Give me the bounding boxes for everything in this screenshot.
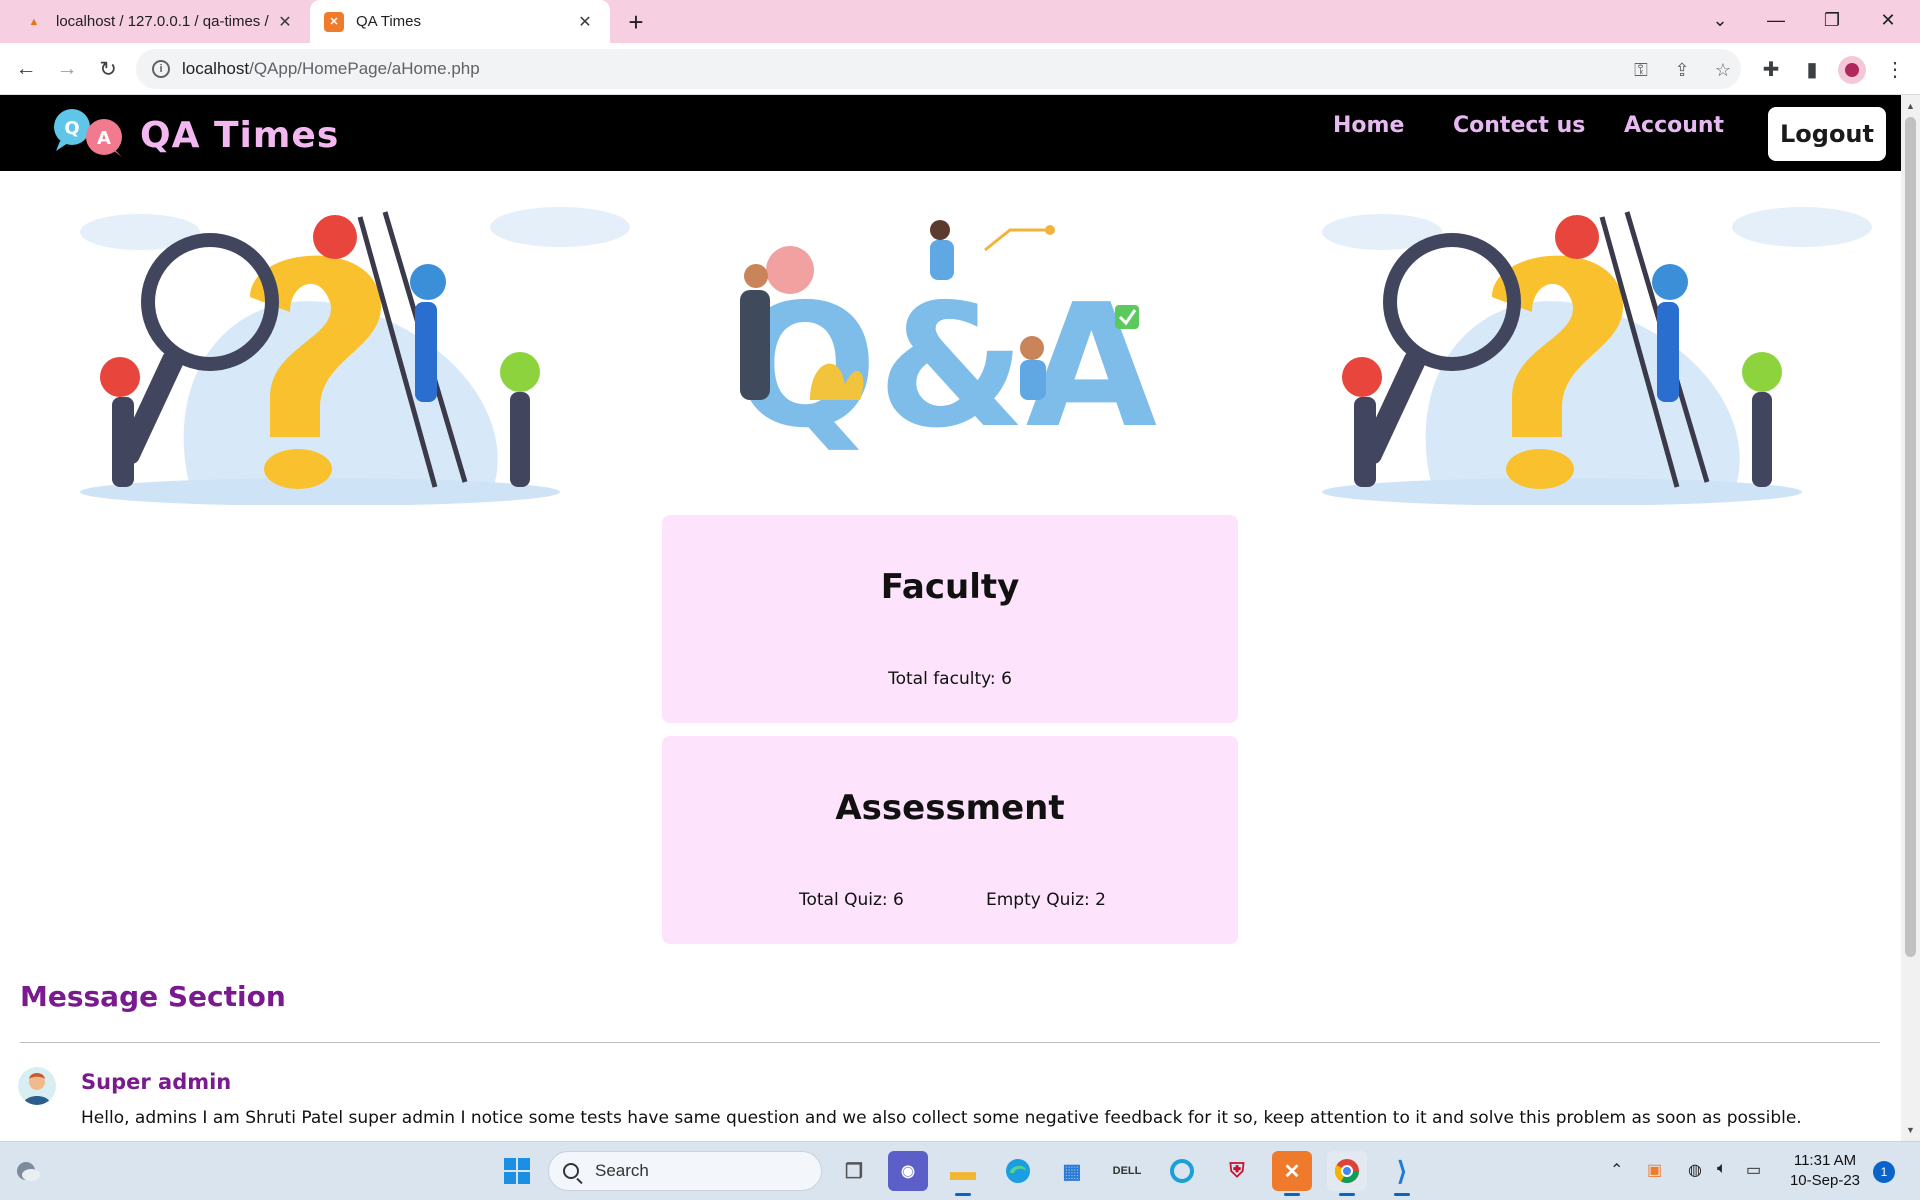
close-window-button[interactable]: ✕ xyxy=(1860,0,1916,40)
minimize-button[interactable]: — xyxy=(1748,0,1804,40)
url-path: /QApp/HomePage/aHome.php xyxy=(249,59,480,78)
windows-taskbar: Search ❐ ◉ ▬ ▦ DELL ⛨ ✕ ⟩ ⌃ ▣ ◍ 🔈︎ ▭ 11:… xyxy=(0,1141,1920,1200)
question-mark-illustration-right xyxy=(1322,207,1872,505)
share-icon[interactable]: ⇪ xyxy=(1669,57,1695,83)
message-section-divider xyxy=(20,1042,1880,1043)
forward-arrow-icon[interactable]: → xyxy=(51,53,83,85)
tab-search-chevron-icon[interactable]: ⌄ xyxy=(1692,0,1748,40)
restore-button[interactable]: ❐ xyxy=(1804,0,1860,40)
close-icon[interactable]: ✕ xyxy=(274,11,296,33)
question-mark-illustration-left xyxy=(80,207,630,505)
tab-title: QA Times xyxy=(356,13,422,30)
xampp-icon: ✕ xyxy=(324,11,344,32)
qa-banner-illustration: Q&A xyxy=(733,220,1157,466)
search-icon xyxy=(563,1163,579,1179)
extensions-puzzle-icon[interactable]: ✚ xyxy=(1756,54,1786,84)
site-info-icon[interactable]: i xyxy=(152,60,170,78)
xampp-tray-icon[interactable]: ▣ xyxy=(1647,1160,1662,1180)
faculty-card[interactable]: Faculty Total faculty: 6 xyxy=(662,515,1238,723)
taskbar-search-label: Search xyxy=(595,1161,649,1180)
battery-icon[interactable]: ▭ xyxy=(1746,1160,1761,1180)
microsoft-store-icon[interactable]: ▦ xyxy=(1052,1151,1092,1191)
show-hidden-icons-chevron-icon[interactable]: ⌃ xyxy=(1610,1160,1623,1180)
clock-time: 11:31 AM xyxy=(1793,1152,1857,1169)
url-host: localhost xyxy=(182,59,250,78)
network-globe-icon[interactable]: ◍ xyxy=(1688,1160,1702,1180)
volume-icon[interactable]: 🔈︎ xyxy=(1717,1160,1727,1178)
page-viewport: Q A QA Times Home Contect us Account Log… xyxy=(0,95,1901,1141)
reload-icon[interactable]: ↻ xyxy=(92,53,124,85)
nav-account-link[interactable]: Account xyxy=(1624,113,1724,138)
message-text: Hello, admins I am Shruti Patel super ad… xyxy=(81,1108,1802,1128)
scrollbar-thumb[interactable] xyxy=(1905,117,1916,957)
assessment-card-title: Assessment xyxy=(835,788,1065,828)
teams-chat-icon[interactable]: ◉ xyxy=(888,1151,928,1191)
browser-toolbar: ← → ↻ i localhost/QApp/HomePage/aHome.ph… xyxy=(0,43,1920,95)
faculty-card-title: Faculty xyxy=(880,567,1020,607)
site-navbar: Q A QA Times Home Contect us Account Log… xyxy=(0,95,1901,171)
svg-text:Q&A: Q&A xyxy=(733,268,1157,466)
notification-badge[interactable]: 1 xyxy=(1873,1161,1895,1183)
new-tab-button[interactable]: + xyxy=(620,6,652,38)
scroll-up-arrow-icon[interactable]: ▲ xyxy=(1905,101,1916,111)
clock-date: 10-Sep-23 xyxy=(1789,1172,1861,1189)
key-icon[interactable]: ⚿ xyxy=(1628,57,1654,83)
phpmyadmin-icon: ▲ xyxy=(28,15,40,28)
cortana-circle-icon[interactable] xyxy=(1162,1151,1202,1191)
tab-qa-times[interactable]: ✕ QA Times ✕ xyxy=(310,0,610,43)
weather-icon[interactable] xyxy=(8,1151,48,1191)
address-bar[interactable]: i localhost/QApp/HomePage/aHome.php xyxy=(136,49,1741,89)
xampp-taskbar-icon[interactable]: ✕ xyxy=(1272,1151,1312,1196)
vscode-icon[interactable]: ⟩ xyxy=(1382,1151,1422,1196)
dell-icon[interactable]: DELL xyxy=(1107,1151,1147,1191)
page-scrollbar[interactable]: ▲ ▼ xyxy=(1901,95,1920,1141)
site-logo-text[interactable]: QA Times xyxy=(140,115,339,156)
taskbar-search[interactable]: Search xyxy=(548,1151,822,1191)
chrome-taskbar-icon[interactable] xyxy=(1327,1151,1367,1196)
browser-tab-strip: ▲ localhost / 127.0.0.1 / qa-times / ✕ ✕… xyxy=(0,0,1920,43)
mcafee-shield-icon[interactable]: ⛨ xyxy=(1217,1151,1257,1191)
svg-text:Q: Q xyxy=(64,118,79,139)
super-admin-avatar xyxy=(18,1067,56,1105)
nav-home-link[interactable]: Home xyxy=(1333,113,1404,138)
scroll-down-arrow-icon[interactable]: ▼ xyxy=(1905,1125,1916,1135)
more-menu-icon[interactable]: ⋮ xyxy=(1880,54,1910,84)
total-quiz-stat: Total Quiz: 6 xyxy=(799,890,904,910)
bookmark-star-icon[interactable]: ☆ xyxy=(1710,57,1736,83)
message-section-title: Message Section xyxy=(20,980,286,1013)
side-panel-icon[interactable]: ▮ xyxy=(1797,54,1827,84)
task-view-icon[interactable]: ❐ xyxy=(834,1151,874,1191)
assessment-card[interactable]: Assessment Total Quiz: 6 Empty Quiz: 2 xyxy=(662,736,1238,944)
svg-text:A: A xyxy=(97,128,111,149)
edge-browser-icon[interactable] xyxy=(998,1151,1038,1191)
total-faculty-stat: Total faculty: 6 xyxy=(888,669,1012,689)
tab-title: localhost / 127.0.0.1 / qa-times / xyxy=(56,13,269,30)
windows-start-icon[interactable] xyxy=(497,1151,537,1191)
file-explorer-icon[interactable]: ▬ xyxy=(943,1151,983,1196)
back-arrow-icon[interactable]: ← xyxy=(10,53,42,85)
profile-avatar[interactable] xyxy=(1838,56,1866,84)
taskbar-clock[interactable]: 11:31 AM 10-Sep-23 xyxy=(1780,1151,1870,1191)
message-author: Super admin xyxy=(81,1070,232,1094)
nav-contact-link[interactable]: Contect us xyxy=(1453,113,1585,138)
qa-logo-icon[interactable]: Q A xyxy=(50,107,128,159)
tab-phpmyadmin[interactable]: ▲ localhost / 127.0.0.1 / qa-times / ✕ xyxy=(10,0,310,43)
empty-quiz-stat: Empty Quiz: 2 xyxy=(986,890,1106,910)
logout-button[interactable]: Logout xyxy=(1768,107,1886,161)
close-icon[interactable]: ✕ xyxy=(574,11,596,33)
